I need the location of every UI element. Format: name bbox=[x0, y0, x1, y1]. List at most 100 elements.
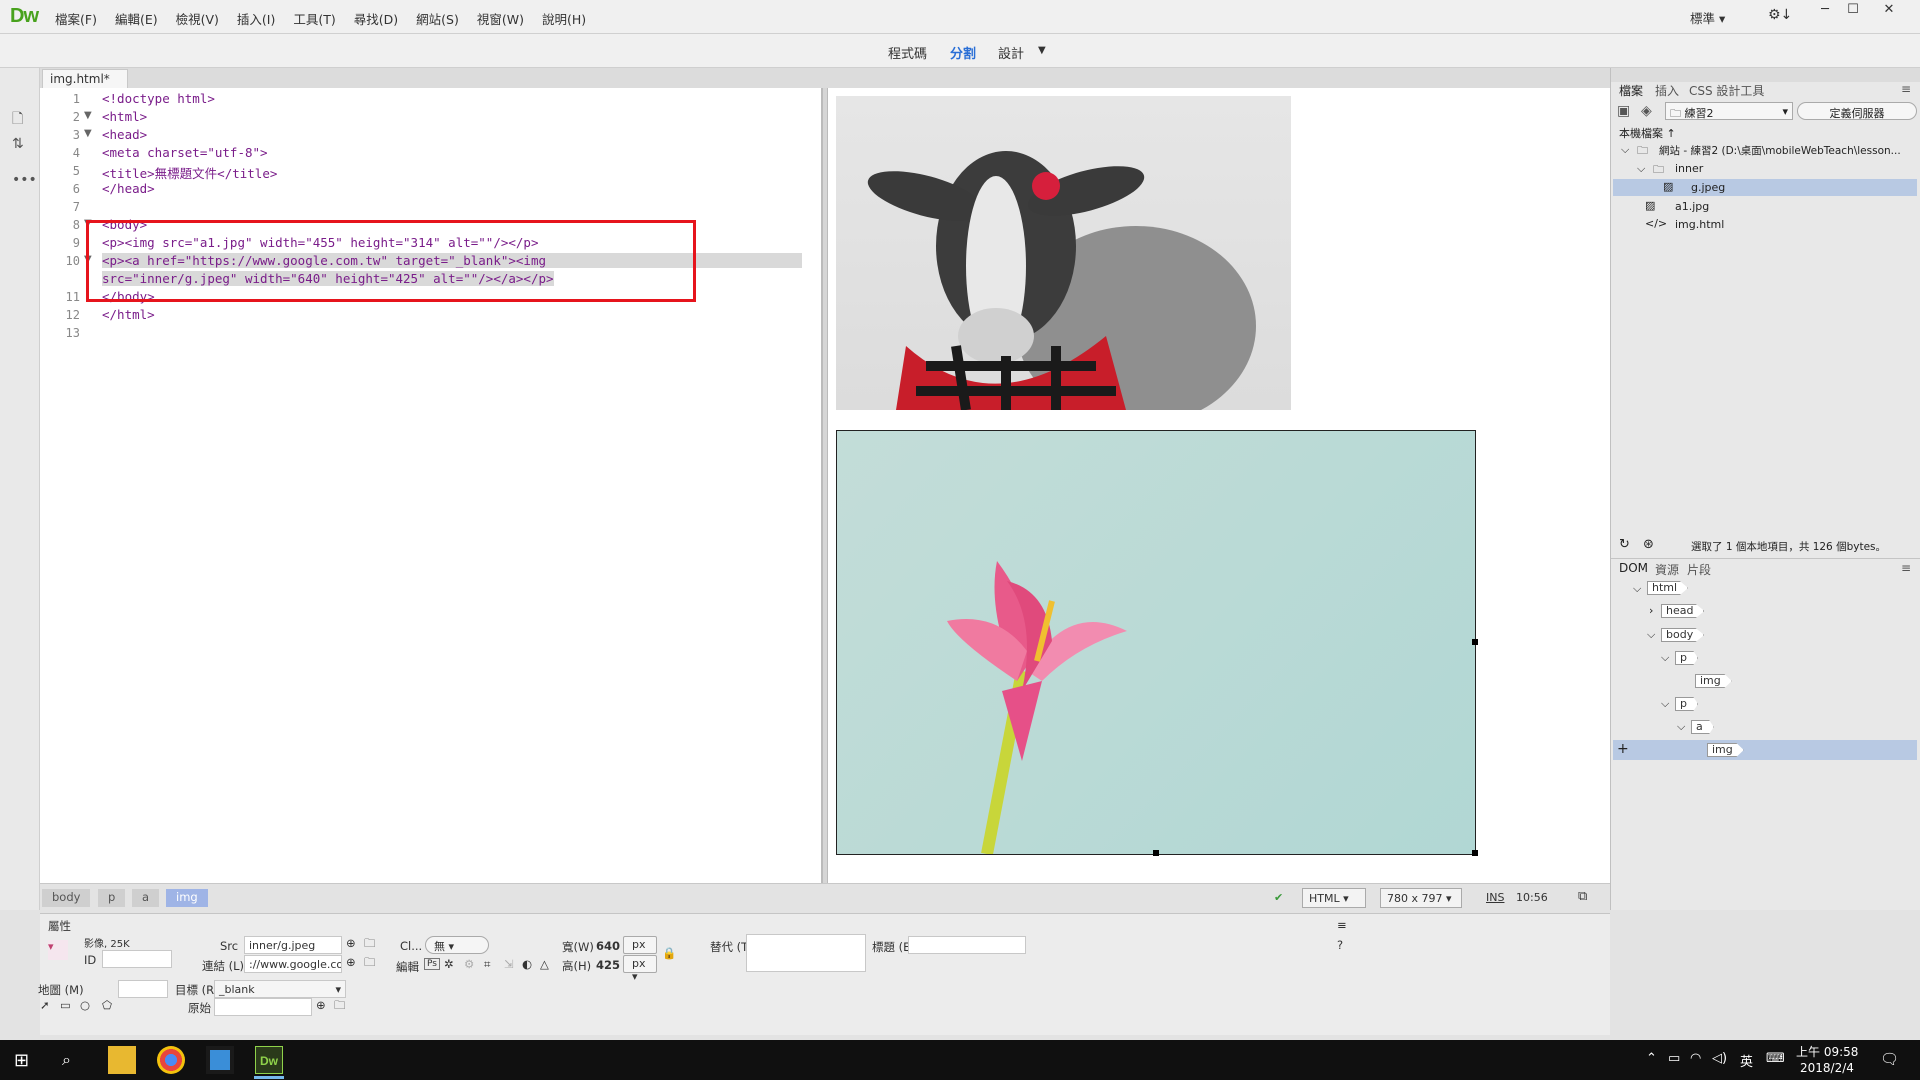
height-unit-select[interactable]: px ▾ bbox=[623, 955, 657, 983]
expand-icon[interactable]: ⌵ bbox=[1621, 143, 1629, 157]
ime-indicator[interactable]: 英 bbox=[1740, 1051, 1753, 1070]
expand-icon[interactable]: ⌵ bbox=[1661, 697, 1669, 711]
dom-node-img-selected[interactable]: img bbox=[1707, 743, 1744, 757]
site-root[interactable]: 網站 - 練習2 (D:\桌面\mobileWebTeach\lesson... bbox=[1659, 143, 1915, 158]
polygon-hotspot-icon[interactable]: ⬠ bbox=[102, 998, 112, 1012]
height-value[interactable]: 425 bbox=[596, 958, 620, 972]
expand-icon[interactable]: ⌵ bbox=[1637, 162, 1645, 176]
menu-tools[interactable]: 工具(T) bbox=[284, 9, 344, 28]
dom-node-body[interactable]: body bbox=[1661, 628, 1705, 642]
maximize-icon[interactable]: ☐ bbox=[1840, 2, 1866, 22]
dom-node-img[interactable]: img bbox=[1695, 674, 1732, 688]
connect-icon[interactable]: ▣ bbox=[1617, 103, 1630, 119]
panel-menu-icon[interactable]: ≡ bbox=[1337, 918, 1347, 932]
clock-time[interactable]: 上午 09:58 bbox=[1796, 1043, 1858, 1060]
folder-icon[interactable]: 🗀 bbox=[364, 936, 376, 955]
flower-link-image[interactable] bbox=[836, 430, 1478, 856]
notification-icon[interactable]: 🗨 bbox=[1880, 1050, 1899, 1068]
photoshop-icon[interactable]: Ps bbox=[424, 958, 440, 970]
workspace-switcher[interactable]: 標準 ▾ bbox=[1690, 8, 1725, 27]
dom-node-p[interactable]: p bbox=[1675, 697, 1698, 711]
document-icon[interactable]: 🗋 bbox=[12, 108, 23, 132]
tab-snippets[interactable]: 片段 bbox=[1687, 561, 1711, 578]
breadcrumb-p[interactable]: p bbox=[98, 889, 126, 907]
file-item-g-jpeg[interactable]: g.jpeg bbox=[1691, 181, 1725, 194]
dom-node-html[interactable]: html bbox=[1647, 581, 1689, 595]
expand-icon[interactable]: ⌵ bbox=[1633, 582, 1641, 596]
clock-date[interactable]: 2018/2/4 bbox=[1800, 1061, 1854, 1075]
document-tab[interactable]: img.html* ✕ bbox=[42, 69, 128, 100]
update-icon[interactable]: ⚙ bbox=[464, 957, 474, 971]
breadcrumb-a[interactable]: a bbox=[132, 889, 160, 907]
title-input[interactable] bbox=[908, 936, 1026, 954]
local-files-header[interactable]: 本機檔案 ↑ bbox=[1619, 125, 1676, 141]
pointer-hotspot-icon[interactable]: ➚ bbox=[40, 998, 50, 1012]
gear-icon[interactable]: ⚙↓ bbox=[1768, 7, 1792, 23]
rectangle-hotspot-icon[interactable]: ▭ bbox=[60, 998, 71, 1012]
panel-menu-icon[interactable]: ≡ bbox=[1901, 82, 1911, 96]
fold-icon[interactable]: ▼ bbox=[84, 128, 92, 139]
tab-dom[interactable]: DOM bbox=[1619, 561, 1648, 575]
design-view-button[interactable]: 設計 bbox=[998, 43, 1024, 62]
wifi-icon[interactable]: ◠ bbox=[1690, 1051, 1701, 1066]
target-icon[interactable]: ⊕ bbox=[316, 998, 326, 1012]
link-input[interactable]: ://www.google.com.tw bbox=[244, 955, 342, 973]
collapse-icon[interactable]: › bbox=[1649, 604, 1653, 617]
target-icon[interactable]: ⊕ bbox=[346, 955, 356, 969]
preview-icon[interactable]: ⧉ bbox=[1578, 889, 1587, 904]
insert-mode[interactable]: INS bbox=[1486, 891, 1504, 904]
design-view[interactable] bbox=[828, 88, 1610, 883]
window-size-select[interactable]: 780 x 797 ▾ bbox=[1380, 888, 1462, 908]
crop-icon[interactable]: ⌗ bbox=[484, 957, 490, 972]
code-view[interactable]: 1 2 3 4 5 6 7 8 9 10 11 12 13 ▼ ▼ ▼ ▼ <!… bbox=[40, 88, 822, 883]
fold-icon[interactable]: ▼ bbox=[84, 110, 92, 121]
file-item-inner[interactable]: inner bbox=[1675, 162, 1703, 175]
tab-files[interactable]: 檔案 bbox=[1619, 82, 1643, 99]
menu-edit[interactable]: 編輯(E) bbox=[106, 9, 167, 28]
sheep-image[interactable] bbox=[836, 96, 1291, 426]
sync-icon[interactable]: ◈ bbox=[1641, 103, 1652, 119]
menu-view[interactable]: 檢視(V) bbox=[167, 9, 228, 28]
menu-window[interactable]: 視窗(W) bbox=[468, 9, 533, 28]
sharpen-icon[interactable]: △ bbox=[540, 957, 549, 971]
dom-node-head[interactable]: head bbox=[1661, 604, 1705, 618]
brightness-icon[interactable]: ◐ bbox=[522, 957, 532, 971]
menu-insert[interactable]: 插入(I) bbox=[228, 9, 284, 28]
globe-icon[interactable]: ⊛ bbox=[1643, 537, 1654, 552]
close-window-icon[interactable]: ✕ bbox=[1876, 2, 1902, 22]
file-explorer-icon[interactable] bbox=[108, 1046, 136, 1074]
chevron-down-icon[interactable]: ▼ bbox=[1038, 45, 1046, 56]
target-icon[interactable]: ⊕ bbox=[346, 936, 356, 950]
language-select[interactable]: HTML ▾ bbox=[1302, 888, 1366, 908]
folder-icon[interactable]: 🗀 bbox=[334, 998, 346, 1017]
menu-help[interactable]: 說明(H) bbox=[533, 9, 595, 28]
resize-handle[interactable] bbox=[1472, 850, 1478, 856]
menu-find[interactable]: 尋找(D) bbox=[345, 9, 407, 28]
windows-start-icon[interactable]: ⊞ bbox=[14, 1050, 29, 1071]
code-view-button[interactable]: 程式碼 bbox=[888, 43, 927, 62]
circle-hotspot-icon[interactable]: ○ bbox=[80, 998, 90, 1012]
minimize-icon[interactable]: ─ bbox=[1812, 2, 1838, 22]
expand-icon[interactable]: ⌵ bbox=[1647, 628, 1655, 642]
chrome-icon[interactable] bbox=[157, 1046, 185, 1074]
breadcrumb-body[interactable]: body bbox=[42, 889, 91, 907]
tab-css-designer[interactable]: CSS 設計工具 bbox=[1689, 82, 1764, 99]
site-select[interactable]: 🗀 練習2 ▾ bbox=[1665, 102, 1793, 120]
tab-insert[interactable]: 插入 bbox=[1655, 82, 1679, 99]
volume-icon[interactable]: ◁) bbox=[1712, 1051, 1727, 1066]
dom-node-a[interactable]: a bbox=[1691, 720, 1714, 734]
resize-handle[interactable] bbox=[1153, 850, 1159, 856]
tab-assets[interactable]: 資源 bbox=[1655, 561, 1679, 578]
src-input[interactable]: inner/g.jpeg bbox=[244, 936, 342, 954]
breadcrumb-img[interactable]: img bbox=[166, 889, 208, 907]
file-item-img-html[interactable]: img.html bbox=[1675, 218, 1724, 231]
refresh-icon[interactable]: ↻ bbox=[1619, 537, 1630, 552]
sort-icon[interactable]: ⇅ bbox=[12, 136, 24, 152]
split-view-button[interactable]: 分割 bbox=[950, 43, 976, 62]
alt-input[interactable] bbox=[746, 934, 866, 972]
define-server-button[interactable]: 定義伺服器 bbox=[1797, 102, 1917, 120]
folder-icon[interactable]: 🗀 bbox=[364, 955, 376, 974]
expand-icon[interactable]: ⌵ bbox=[1661, 651, 1669, 665]
original-input[interactable] bbox=[214, 998, 312, 1016]
map-input[interactable] bbox=[118, 980, 168, 998]
